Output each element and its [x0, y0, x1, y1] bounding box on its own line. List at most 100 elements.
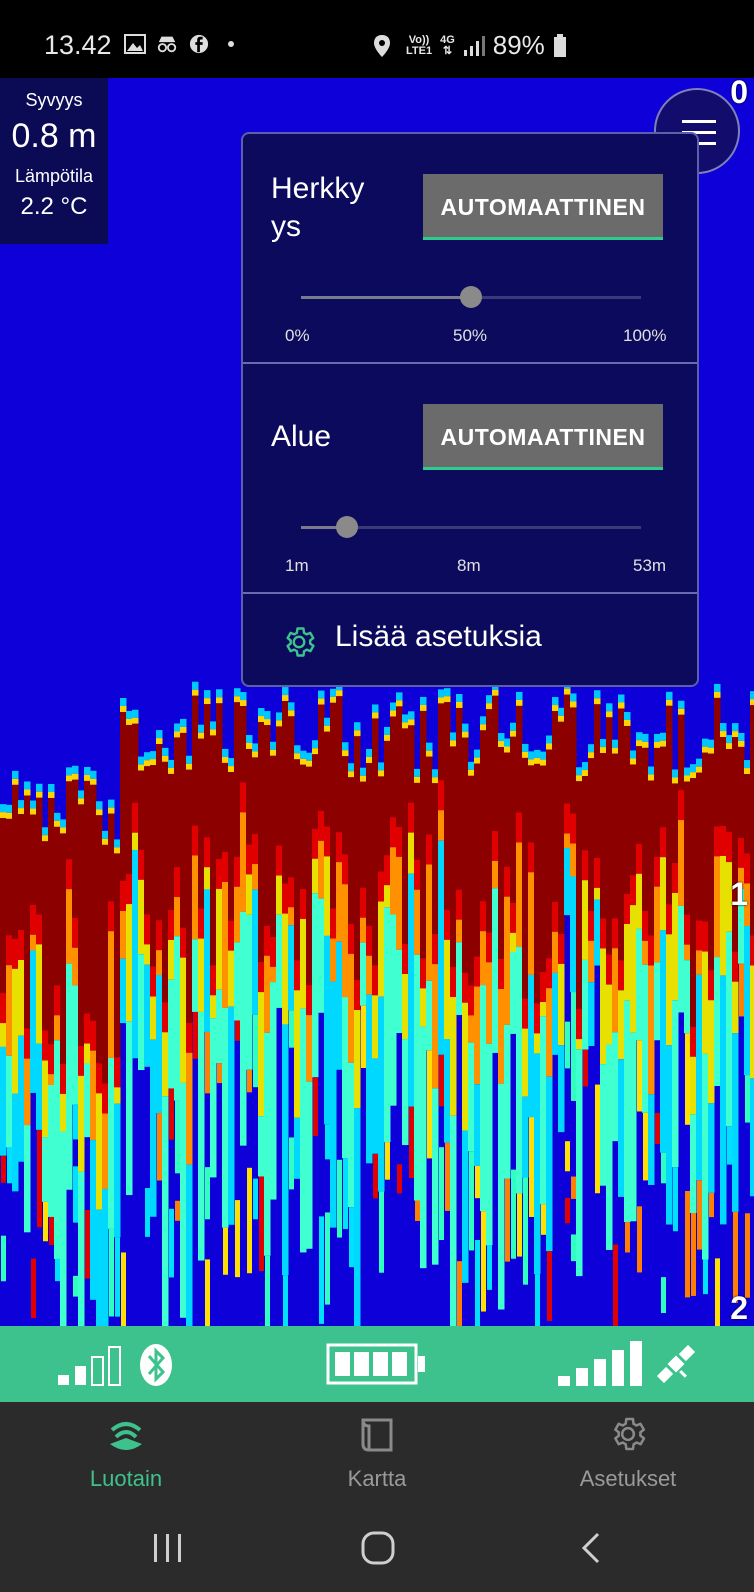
home-icon[interactable] [358, 1528, 398, 1568]
sonar-echo-segment [600, 747, 607, 754]
sonar-echo-segment [336, 941, 343, 1070]
panel-divider [243, 362, 697, 364]
sonar-echo-segment [228, 950, 235, 1007]
sonar-echo-segment [348, 763, 355, 772]
sonar-echo-segment [246, 874, 253, 915]
sensitivity-slider-thumb[interactable] [460, 286, 482, 308]
sonar-echo-segment [228, 1006, 235, 1225]
sonar-echo-segment [600, 948, 607, 1065]
sonar-echo-streak [397, 1164, 402, 1194]
sonar-echo-segment [198, 908, 205, 939]
sonar-echo-segment [720, 737, 727, 826]
sonar-echo-segment [660, 740, 667, 747]
sonar-echo-segment [246, 742, 253, 749]
sonar-echo-segment [468, 1015, 475, 1043]
more-settings-link[interactable]: Lisää asetuksia [335, 620, 542, 654]
sonar-echo-segment [696, 920, 703, 951]
sonar-echo-segment [210, 735, 217, 966]
sonar-echo-segment [714, 691, 721, 698]
sonar-echo-segment [684, 767, 691, 776]
sonar-echo-segment [750, 935, 754, 966]
sonar-echo-segment [372, 1058, 379, 1154]
sonar-echo-segment [642, 741, 649, 748]
sonar-echo-segment [714, 697, 721, 827]
range-tick-mid: 8m [457, 556, 481, 575]
sonar-echo-segment [564, 688, 571, 695]
sonar-echo-segment [660, 827, 667, 858]
sonar-echo-segment [6, 804, 13, 813]
recent-apps-icon[interactable] [148, 1528, 188, 1568]
sonar-echo-segment [336, 832, 343, 863]
sonar-echo-segment [378, 996, 385, 1192]
nav-item-luotain[interactable]: Luotain [36, 1402, 216, 1504]
sonar-echo-segment [276, 845, 283, 876]
status-right: Vo)) LTE1 4G ⇅ 89% [372, 30, 567, 61]
sonar-echo-segment [552, 705, 559, 712]
back-icon[interactable] [572, 1528, 612, 1568]
sonar-echo-segment [678, 714, 685, 791]
sonar-echo-segment [96, 815, 103, 1064]
location-icon [374, 34, 390, 57]
sonar-echo-segment [480, 985, 487, 1212]
range-label: Alue [271, 420, 332, 453]
range-slider-thumb[interactable] [335, 516, 358, 538]
sonar-echo-segment [78, 1045, 85, 1076]
bluetooth-signal-indicator [58, 1344, 172, 1386]
sonar-echo-segment [0, 1046, 7, 1156]
sonar-echo-segment [48, 784, 55, 793]
sonar-echo-segment [426, 756, 433, 835]
sonar-echo-segment [84, 780, 91, 1014]
sonar-echo-segment [330, 702, 337, 909]
sonar-echo-segment [342, 854, 349, 885]
sonar-echo-segment [30, 934, 37, 951]
bt-signal-bar [91, 1356, 104, 1386]
sonar-echo-segment [606, 717, 613, 955]
map-icon [361, 1418, 393, 1452]
sonar-echo-segment [618, 702, 625, 709]
sonar-echo-streak [571, 1234, 576, 1262]
sonar-echo-segment [264, 711, 271, 720]
sonar-echo-segment [516, 705, 523, 813]
sonar-echo-segment [150, 996, 157, 1040]
sonar-echo-streak [685, 1191, 690, 1298]
sonar-echo-segment [324, 717, 331, 726]
sonar-echo-segment [156, 738, 163, 745]
sonar-echo-segment [666, 699, 673, 706]
sonar-echo-segment [210, 995, 217, 1019]
sonar-echo-segment [36, 914, 43, 945]
sonar-echo-segment [132, 849, 139, 1059]
sonar-echo-segment [276, 712, 283, 721]
sonar-echo-segment [732, 951, 739, 982]
device-status-strip [0, 1326, 754, 1402]
range-auto-button[interactable]: AUTOMAATTINEN [423, 404, 663, 470]
sonar-echo-streak [319, 1216, 324, 1324]
sonar-echo-segment [528, 872, 535, 975]
sonar-echo-segment [516, 842, 523, 948]
sonar-echo-segment [468, 1042, 475, 1152]
sonar-echo-segment [222, 851, 229, 882]
sonar-echo-segment [90, 1020, 97, 1051]
sonar-echo-segment [108, 901, 115, 932]
sonar-echo-segment [456, 889, 463, 920]
sensitivity-auto-button[interactable]: AUTOMAATTINEN [423, 174, 663, 240]
sonar-echo-segment [684, 960, 691, 1034]
sonar-echo-segment [354, 1010, 361, 1109]
nav-item-kartta[interactable]: Kartta [287, 1402, 467, 1504]
sonar-echo-segment [372, 704, 379, 713]
depth-temperature-readout: Syvyys 0.8 m Lämpötila 2.2 °C [0, 78, 108, 244]
nav-item-asetukset[interactable]: Asetukset [538, 1402, 718, 1504]
sonar-echo-streak [385, 1142, 390, 1180]
sonar-echo-segment [498, 733, 505, 742]
sonar-echo-segment [444, 696, 451, 703]
sonar-echo-segment [750, 965, 754, 1079]
sonar-echo-segment [516, 947, 523, 1194]
sonar-echo-segment [270, 936, 277, 967]
sonar-echo-segment [378, 776, 385, 872]
sonar-echo-segment [288, 907, 295, 926]
sonar-echo-streak [457, 1261, 462, 1326]
sonar-echo-segment [96, 1093, 103, 1210]
sonar-echo-segment [702, 752, 709, 922]
sonar-echo-streak [361, 1005, 366, 1068]
sonar-echo-segment [402, 943, 409, 974]
sonar-echo-streak [223, 1227, 228, 1275]
